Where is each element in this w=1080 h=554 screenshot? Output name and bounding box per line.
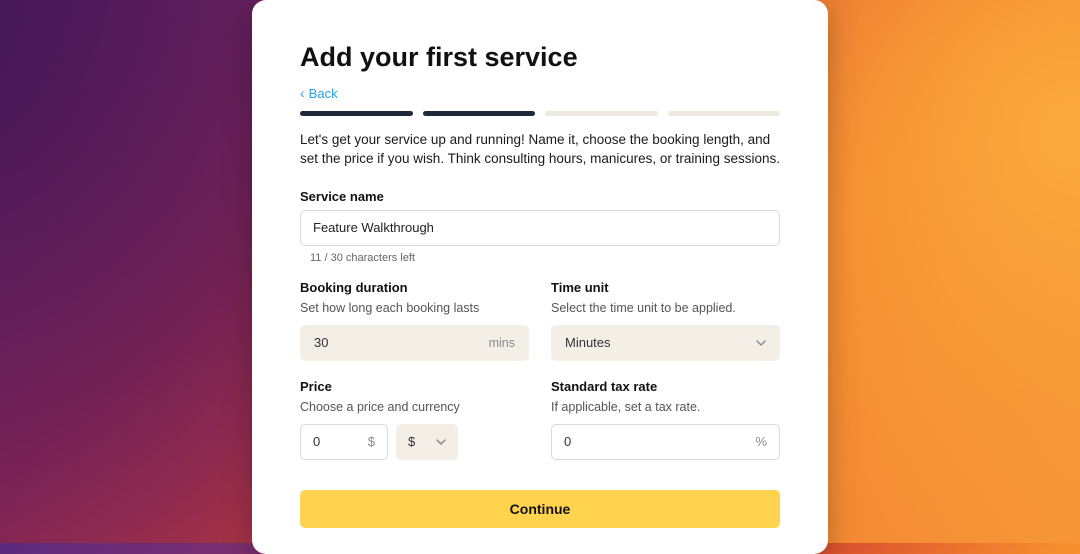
back-link[interactable]: ‹ Back [300, 86, 338, 101]
currency-select[interactable]: $ [396, 424, 458, 460]
price-label: Price [300, 379, 529, 394]
time-unit-value: Minutes [565, 335, 611, 350]
time-unit-section: Time unit Select the time unit to be app… [551, 280, 780, 361]
tax-section: Standard tax rate If applicable, set a t… [551, 379, 780, 460]
price-input[interactable]: 0 $ [300, 424, 388, 460]
tax-input[interactable]: 0 % [551, 424, 780, 460]
progress-step-2 [423, 111, 536, 116]
service-name-char-count: 11 / 30 characters left [310, 252, 780, 264]
page-title: Add your first service [300, 42, 780, 73]
price-sub: Choose a price and currency [300, 400, 529, 414]
booking-duration-section: Booking duration Set how long each booki… [300, 280, 529, 361]
time-unit-select[interactable]: Minutes [551, 325, 780, 361]
tax-suffix: % [755, 434, 767, 449]
time-unit-sub: Select the time unit to be applied. [551, 301, 780, 315]
intro-text: Let's get your service up and running! N… [300, 130, 780, 169]
price-value: 0 [313, 434, 320, 449]
progress-step-1 [300, 111, 413, 116]
chevron-left-icon: ‹ [300, 86, 305, 100]
service-name-label: Service name [300, 189, 780, 204]
progress-step-3 [545, 111, 658, 116]
service-name-input[interactable] [300, 210, 780, 246]
onboarding-card: Add your first service ‹ Back Let's get … [252, 0, 828, 554]
booking-duration-suffix: mins [489, 336, 515, 350]
tax-label: Standard tax rate [551, 379, 780, 394]
progress-step-4 [668, 111, 781, 116]
booking-duration-value: 30 [314, 335, 328, 350]
currency-value: $ [408, 434, 415, 449]
back-label: Back [309, 86, 338, 101]
price-section: Price Choose a price and currency 0 $ $ [300, 379, 529, 460]
tax-sub: If applicable, set a tax rate. [551, 400, 780, 414]
booking-duration-input[interactable]: 30 mins [300, 325, 529, 361]
chevron-down-icon [756, 338, 766, 348]
progress-steps [300, 111, 780, 116]
tax-value: 0 [564, 434, 571, 449]
booking-duration-sub: Set how long each booking lasts [300, 301, 529, 315]
service-name-section: Service name 11 / 30 characters left [300, 189, 780, 264]
continue-button[interactable]: Continue [300, 490, 780, 528]
chevron-down-icon [436, 437, 446, 447]
booking-duration-label: Booking duration [300, 280, 529, 295]
price-currency-suffix: $ [368, 434, 375, 449]
time-unit-label: Time unit [551, 280, 780, 295]
